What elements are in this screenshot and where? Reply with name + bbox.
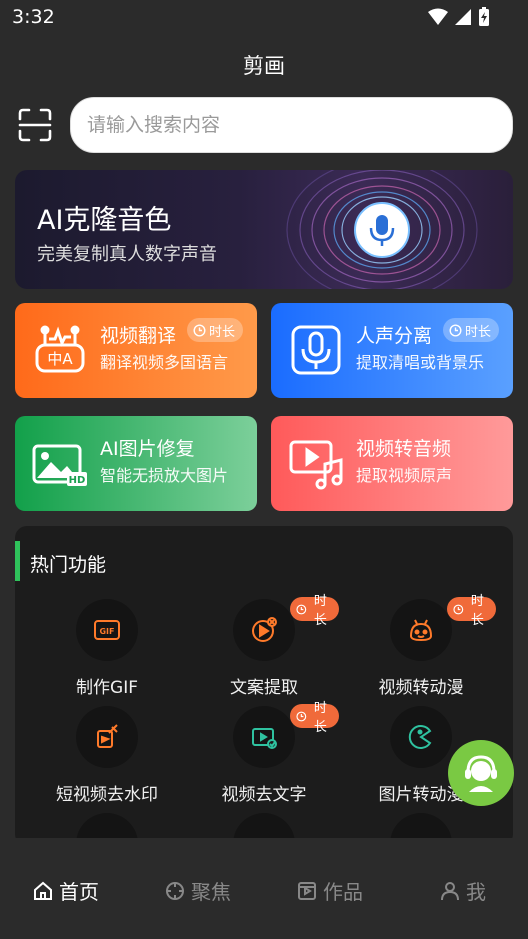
anime-face-icon [409, 619, 433, 642]
badge-label: 时长 [313, 594, 327, 628]
nav-home[interactable]: 首页 [33, 876, 99, 905]
func-icon-circle: GIF [76, 599, 138, 661]
func-video-to-anime[interactable]: 视频转动漫 时长 [346, 594, 496, 699]
nav-label: 我 [466, 880, 486, 904]
headset-icon [465, 755, 497, 792]
hot-functions-section: 热门功能 GIF 制作GIF 文案提取 时长 视频转动漫 时长 短视频去水印 视… [15, 526, 513, 846]
nav-profile[interactable]: 我 [440, 876, 486, 905]
svg-text:GIF: GIF [99, 627, 114, 636]
wifi-icon [428, 8, 448, 25]
badge-label: 时长 [470, 594, 484, 628]
card-video-to-audio[interactable]: 视频转音频 提取视频原声 [271, 416, 513, 511]
duration-badge: 时长 [290, 701, 339, 735]
card-title: 视频转音频 [356, 438, 452, 460]
profile-icon [441, 881, 459, 900]
nav-label: 首页 [59, 880, 99, 904]
clock-icon [296, 604, 307, 614]
func-label: 短视频去水印 [56, 785, 158, 805]
func-label: 文案提取 [230, 678, 298, 698]
func-text-extract[interactable]: 文案提取 时长 [189, 594, 339, 699]
banner-subtitle: 完美复制真人数字声音 [37, 244, 217, 265]
duration-badge: 时长 [290, 594, 339, 628]
page-title: 剪画 [243, 54, 285, 78]
scan-button[interactable] [18, 108, 52, 142]
battery-icon [479, 7, 489, 26]
text-extract-icon [252, 617, 277, 642]
card-subtitle: 提取清唱或背景乐 [356, 353, 485, 372]
customer-service-button[interactable] [448, 740, 514, 806]
gif-icon: GIF [94, 620, 120, 640]
watermark-remove-icon [97, 724, 118, 748]
func-video-text-remove[interactable]: 视频去文字 时长 [189, 701, 339, 806]
func-icon-circle [390, 706, 452, 768]
func-make-gif[interactable]: GIF 制作GIF [32, 599, 182, 699]
card-ai-image-restore[interactable]: HD AI图片修复 智能无损放大图片 [15, 416, 257, 511]
nav-focus[interactable]: 聚焦 [165, 876, 231, 905]
card-subtitle: 智能无损放大图片 [100, 466, 229, 485]
func-label: 视频转动漫 [378, 678, 464, 698]
func-watermark-remove[interactable]: 短视频去水印 [32, 706, 182, 806]
nav-label: 聚焦 [191, 880, 231, 904]
func-label: 视频去文字 [221, 785, 307, 805]
status-icons [428, 7, 490, 27]
sound-wave-art [286, 170, 478, 289]
clock-icon [296, 711, 307, 721]
func-icon-circle [233, 599, 295, 661]
badge-label: 时长 [313, 701, 327, 735]
status-time: 3:32 [12, 6, 55, 28]
banner-ai-voice-clone[interactable]: AI克隆音色 完美复制真人数字声音 [15, 170, 513, 289]
func-label: 制作GIF [76, 678, 138, 698]
focus-icon [166, 881, 184, 900]
nav-works[interactable]: 作品 [297, 876, 363, 905]
section-title: 热门功能 [30, 554, 107, 576]
clock-icon [453, 604, 464, 614]
video-to-audio-icon [289, 440, 343, 490]
section-accent-bar [15, 541, 20, 581]
func-icon-circle [76, 706, 138, 768]
func-icon-circle [233, 706, 295, 768]
clock-icon [193, 323, 206, 337]
pacman-icon [408, 725, 432, 749]
search-input[interactable] [71, 98, 512, 152]
duration-badge: 时长 [187, 318, 244, 342]
func-icon-circle [390, 599, 452, 661]
badge-label: 时长 [465, 324, 492, 340]
home-icon [34, 881, 52, 900]
card-title: 人声分离 [356, 325, 433, 347]
hd-image-icon: HD [32, 444, 87, 486]
card-title: 视频翻译 [100, 325, 177, 347]
scan-icon [18, 108, 52, 142]
nav-label: 作品 [323, 880, 363, 904]
signal-icon [455, 9, 471, 25]
svg-text:HD: HD [69, 475, 86, 486]
translate-robot-icon: 中A [35, 325, 85, 373]
bottom-nav: 首页 聚焦 作品 我 [0, 838, 528, 939]
card-video-translate[interactable]: 中A 视频翻译 翻译视频多国语言 时长 [15, 303, 257, 398]
duration-badge: 时长 [447, 594, 496, 628]
video-text-remove-icon [252, 728, 277, 749]
card-vocal-separation[interactable]: 人声分离 提取清唱或背景乐 时长 [271, 303, 513, 398]
card-subtitle: 提取视频原声 [356, 466, 453, 485]
clock-icon [449, 323, 462, 337]
banner-title: AI克隆音色 [37, 205, 172, 236]
badge-label: 时长 [209, 324, 236, 340]
microphone-icon [291, 325, 341, 375]
duration-badge: 时长 [443, 318, 500, 342]
svg-text:中A: 中A [47, 350, 73, 368]
card-title: AI图片修复 [100, 438, 195, 460]
works-icon [298, 881, 316, 900]
search-box[interactable] [70, 97, 513, 153]
card-subtitle: 翻译视频多国语言 [100, 353, 229, 372]
status-bar: 3:32 [0, 0, 528, 36]
